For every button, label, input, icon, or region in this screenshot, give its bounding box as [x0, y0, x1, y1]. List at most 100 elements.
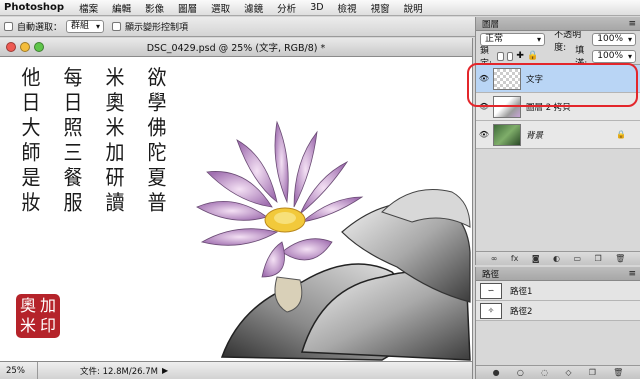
menu-window[interactable]: 視窗 [364, 1, 397, 15]
delete-layer-icon[interactable]: 🗑 [615, 254, 625, 263]
add-mask-icon[interactable]: ◙ [532, 254, 540, 263]
layer-style-icon[interactable]: fx [511, 254, 519, 263]
layer-name: 背景 [526, 130, 544, 141]
adjustment-layer-icon[interactable]: ◐ [553, 254, 560, 263]
new-layer-icon[interactable]: ❐ [594, 254, 601, 263]
paths-tab[interactable]: 路徑 ≡ [476, 267, 640, 281]
document-titlebar: DSC_0429.psd @ 25% (文字, RGB/8) * [0, 38, 472, 57]
menu-3d[interactable]: 3D [303, 2, 330, 13]
lock-all-icon[interactable]: 🔒 [527, 51, 538, 61]
menubar: Photoshop 檔案 編輯 影像 圖層 選取 濾鏡 分析 3D 檢視 視窗 … [0, 0, 640, 16]
red-seal-stamp: 奧 加 米 印 [16, 294, 60, 338]
link-layers-icon[interactable]: ∞ [491, 254, 498, 263]
auto-select-label: 自動選取： [17, 23, 63, 33]
calligraphy-text: 他 日 大 師 是 妝 每 日 照 三 餐 服 米 奧 米 加 研 讀 欲 學 … [20, 66, 168, 216]
document-title: DSC_0429.psd @ 25% (文字, RGB/8) * [146, 43, 326, 54]
glyph: 餐 [63, 166, 83, 190]
menu-edit[interactable]: 編輯 [105, 1, 138, 15]
path-thumbnail: ✧ [480, 302, 502, 319]
paths-tab-label: 路徑 [482, 269, 500, 280]
load-selection-icon[interactable]: ◌ [541, 368, 548, 377]
visibility-eye-icon[interactable]: 👁 [476, 130, 492, 139]
layers-button-bar: ∞ fx ◙ ◐ ▭ ❐ 🗑 [476, 251, 640, 265]
glyph: 學 [147, 91, 167, 115]
opacity-input[interactable]: 100% [592, 33, 636, 46]
annotation-highlight [467, 63, 638, 107]
glyph: 研 [105, 166, 125, 190]
glyph: 夏 [147, 166, 167, 190]
auto-select-checkbox[interactable] [4, 22, 13, 31]
status-bar: 25% 文件: 12.8M/26.7M ▶ [0, 361, 472, 379]
text-column-2: 米 奧 米 加 研 讀 [104, 66, 126, 216]
path-row-1[interactable]: ∽ 路徑1 [476, 281, 640, 301]
glyph: 他 [21, 66, 41, 90]
blend-mode-dropdown[interactable]: 正常 [480, 33, 546, 46]
glyph: 日 [63, 91, 83, 115]
panel-menu-icon[interactable]: ≡ [628, 269, 636, 279]
path-name: 路徑2 [510, 306, 533, 317]
glyph: 日 [21, 91, 41, 115]
glyph: 米 [105, 66, 125, 90]
menu-analysis[interactable]: 分析 [270, 1, 303, 15]
stroke-path-icon[interactable]: ○ [517, 368, 524, 377]
lock-position-icon[interactable]: ✚ [516, 51, 524, 61]
blend-row: 正常 不透明度: 100% [476, 30, 640, 53]
make-work-path-icon[interactable]: ◇ [565, 368, 571, 377]
paths-button-bar: ● ○ ◌ ◇ ❐ 🗑 [476, 365, 640, 379]
glyph: 妝 [21, 191, 41, 215]
fill-path-icon[interactable]: ● [493, 368, 500, 377]
glyph: 佛 [147, 116, 167, 140]
seal-glyph: 加 [39, 296, 56, 315]
glyph: 欲 [147, 66, 167, 90]
glyph: 三 [63, 141, 83, 165]
layer-row-background[interactable]: 👁 背景 🔒 [476, 121, 640, 149]
glyph: 大 [21, 116, 41, 140]
menu-view[interactable]: 檢視 [331, 1, 364, 15]
app-name[interactable]: Photoshop [0, 2, 72, 13]
seal-glyph: 米 [19, 316, 36, 335]
glyph: 照 [63, 116, 83, 140]
lock-pixels-icon[interactable] [506, 51, 514, 61]
text-column-1: 欲 學 佛 陀 夏 普 [146, 66, 168, 216]
layers-tab-label: 圖層 [482, 19, 500, 30]
new-path-icon[interactable]: ❐ [589, 368, 596, 377]
glyph: 服 [63, 191, 83, 215]
glyph: 陀 [147, 141, 167, 165]
seal-glyph: 奧 [19, 296, 36, 315]
menu-image[interactable]: 影像 [138, 1, 171, 15]
glyph: 師 [21, 141, 41, 165]
document-window: DSC_0429.psd @ 25% (文字, RGB/8) * 他 日 大 師… [0, 38, 473, 379]
zoom-level[interactable]: 25% [0, 362, 38, 379]
lotus-artwork [196, 120, 471, 361]
path-row-2[interactable]: ✧ 路徑2 [476, 301, 640, 321]
panel-menu-icon[interactable]: ≡ [628, 19, 636, 29]
menu-file[interactable]: 檔案 [72, 1, 105, 15]
show-transform-checkbox[interactable] [112, 22, 122, 31]
layers-tab[interactable]: 圖層 ≡ [476, 17, 640, 31]
path-thumbnail: ∽ [480, 282, 502, 299]
menu-filter[interactable]: 濾鏡 [237, 1, 270, 15]
fill-input[interactable]: 100% [592, 49, 636, 63]
path-name: 路徑1 [510, 286, 533, 297]
layers-panel: 圖層 ≡ 正常 不透明度: 100% 鎖定: ✚ 🔒 填滿: 100% 👁 文字… [475, 17, 640, 265]
auto-select-dropdown[interactable]: 群組 [66, 20, 105, 33]
glyph: 加 [105, 141, 125, 165]
file-size-info: 文件: 12.8M/26.7M [80, 366, 158, 377]
text-column-4: 他 日 大 師 是 妝 [20, 66, 42, 216]
new-group-icon[interactable]: ▭ [573, 254, 581, 263]
menu-select[interactable]: 選取 [204, 1, 237, 15]
show-transform-label: 顯示變形控制項 [125, 23, 189, 33]
glyph: 讀 [105, 191, 125, 215]
lock-icon: 🔒 [616, 130, 626, 139]
text-column-3: 每 日 照 三 餐 服 [62, 66, 84, 216]
menu-layer[interactable]: 圖層 [171, 1, 204, 15]
lock-transparency-icon[interactable] [497, 51, 504, 61]
seal-glyph: 印 [39, 316, 56, 335]
status-menu-arrow-icon[interactable]: ▶ [162, 366, 168, 375]
glyph: 米 [105, 116, 125, 140]
glyph: 普 [147, 191, 167, 215]
document-canvas[interactable]: 他 日 大 師 是 妝 每 日 照 三 餐 服 米 奧 米 加 研 讀 欲 學 … [0, 58, 472, 361]
menu-help[interactable]: 說明 [397, 1, 430, 15]
delete-path-icon[interactable]: 🗑 [613, 368, 623, 377]
glyph: 是 [21, 166, 41, 190]
